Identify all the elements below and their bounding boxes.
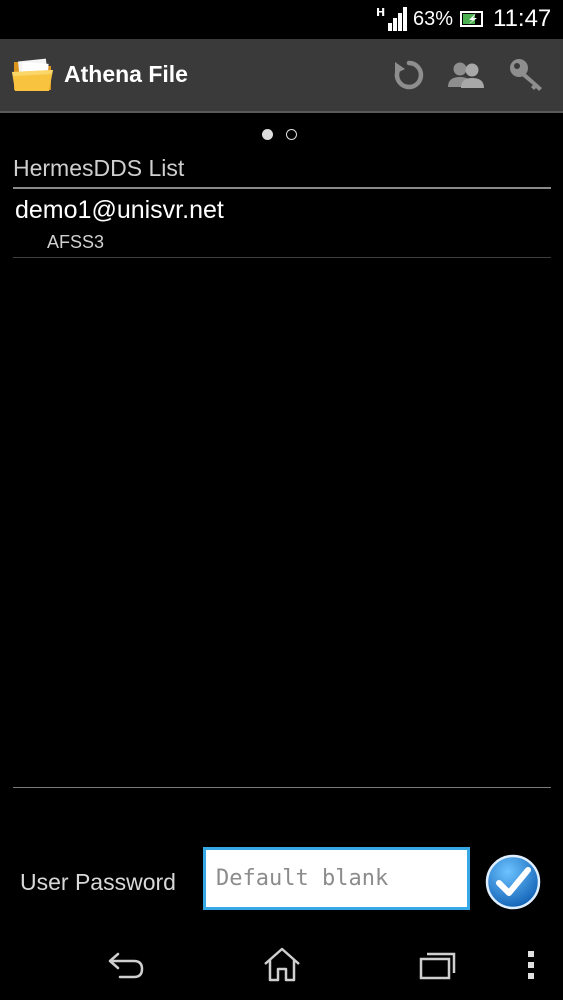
divider [13, 787, 551, 788]
home-icon[interactable] [262, 945, 302, 985]
list-item-subtitle: AFSS3 [47, 232, 105, 252]
page-dot-active [262, 129, 273, 140]
page-indicator [262, 128, 304, 142]
list-item[interactable]: demo1@unisvr.net AFSS3 [13, 190, 551, 258]
recent-apps-icon[interactable] [418, 945, 458, 985]
battery-percent: 63% [413, 8, 454, 30]
back-icon[interactable] [104, 945, 146, 985]
password-label: User Password [20, 869, 176, 895]
status-bar: H 63% 11:47 [0, 0, 563, 39]
signal-bars-icon [388, 7, 407, 31]
password-input[interactable] [203, 847, 470, 910]
list-title: HermesDDS List [13, 155, 185, 181]
app-title: Athena File [64, 61, 188, 87]
battery-charging-icon [460, 11, 483, 27]
confirm-button[interactable] [485, 854, 541, 910]
divider [13, 257, 551, 258]
overflow-menu-icon[interactable] [524, 945, 538, 985]
list-item-title: demo1@unisvr.net [15, 196, 224, 224]
action-bar: Athena File [0, 39, 563, 113]
refresh-icon[interactable] [389, 55, 429, 95]
navigation-bar [0, 930, 563, 1000]
signal-icon: H [376, 6, 408, 31]
key-icon[interactable] [506, 55, 546, 95]
divider [13, 187, 551, 189]
clock: 11:47 [493, 5, 552, 32]
page-dot-inactive[interactable] [286, 129, 297, 140]
folder-app-icon[interactable] [11, 54, 57, 94]
users-icon[interactable] [446, 55, 486, 95]
